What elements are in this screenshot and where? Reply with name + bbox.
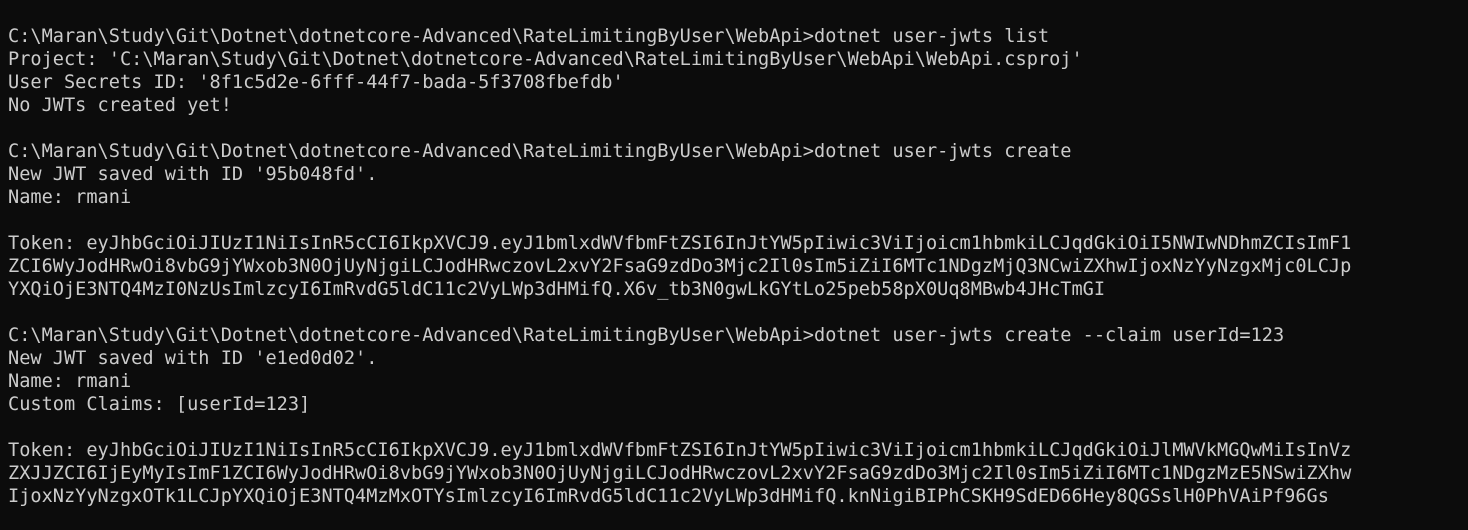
output-token-2-line-1: Token: eyJhbGciOiJIUzI1NiIsInR5cCI6IkpXV… xyxy=(8,440,1352,461)
output-jwt-saved-2: New JWT saved with ID 'e1ed0d02'. xyxy=(8,348,378,369)
output-user-secrets-id: User Secrets ID: '8f1c5d2e-6fff-44f7-bad… xyxy=(8,72,624,93)
output-jwt-saved-1: New JWT saved with ID '95b048fd'. xyxy=(8,164,378,185)
output-name-2: Name: rmani xyxy=(8,371,132,392)
output-token-1-line-1: Token: eyJhbGciOiJIUzI1NiIsInR5cCI6IkpXV… xyxy=(8,233,1352,254)
prompt-command-create: C:\Maran\Study\Git\Dotnet\dotnetcore-Adv… xyxy=(8,141,1072,162)
output-no-jwts: No JWTs created yet! xyxy=(8,95,232,116)
output-token-1-line-2: ZCI6WyJodHRwOi8vbG9jYWxob3N0OjUyNjgiLCJo… xyxy=(8,256,1352,277)
output-name-1: Name: rmani xyxy=(8,187,132,208)
output-token-1-line-3: YXQiOjE3NTQ4MzI0NzUsImlzcyI6ImRvdG5ldC11… xyxy=(8,279,1106,300)
terminal-window[interactable]: C:\Maran\Study\Git\Dotnet\dotnetcore-Adv… xyxy=(0,0,1468,530)
output-project: Project: 'C:\Maran\Study\Git\Dotnet\dotn… xyxy=(8,49,1083,70)
prompt-command-create-claim: C:\Maran\Study\Git\Dotnet\dotnetcore-Adv… xyxy=(8,325,1285,346)
output-token-2-line-3: IjoxNzYyNzgxOTk1LCJpYXQiOjE3NTQ4MzMxOTYs… xyxy=(8,486,1329,507)
output-token-2-line-2: ZXJJZCI6IjEyMyIsImF1ZCI6WyJodHRwOi8vbG9j… xyxy=(8,463,1352,484)
output-custom-claims: Custom Claims: [userId=123] xyxy=(8,394,311,415)
prompt-command-list: C:\Maran\Study\Git\Dotnet\dotnetcore-Adv… xyxy=(8,26,1050,47)
